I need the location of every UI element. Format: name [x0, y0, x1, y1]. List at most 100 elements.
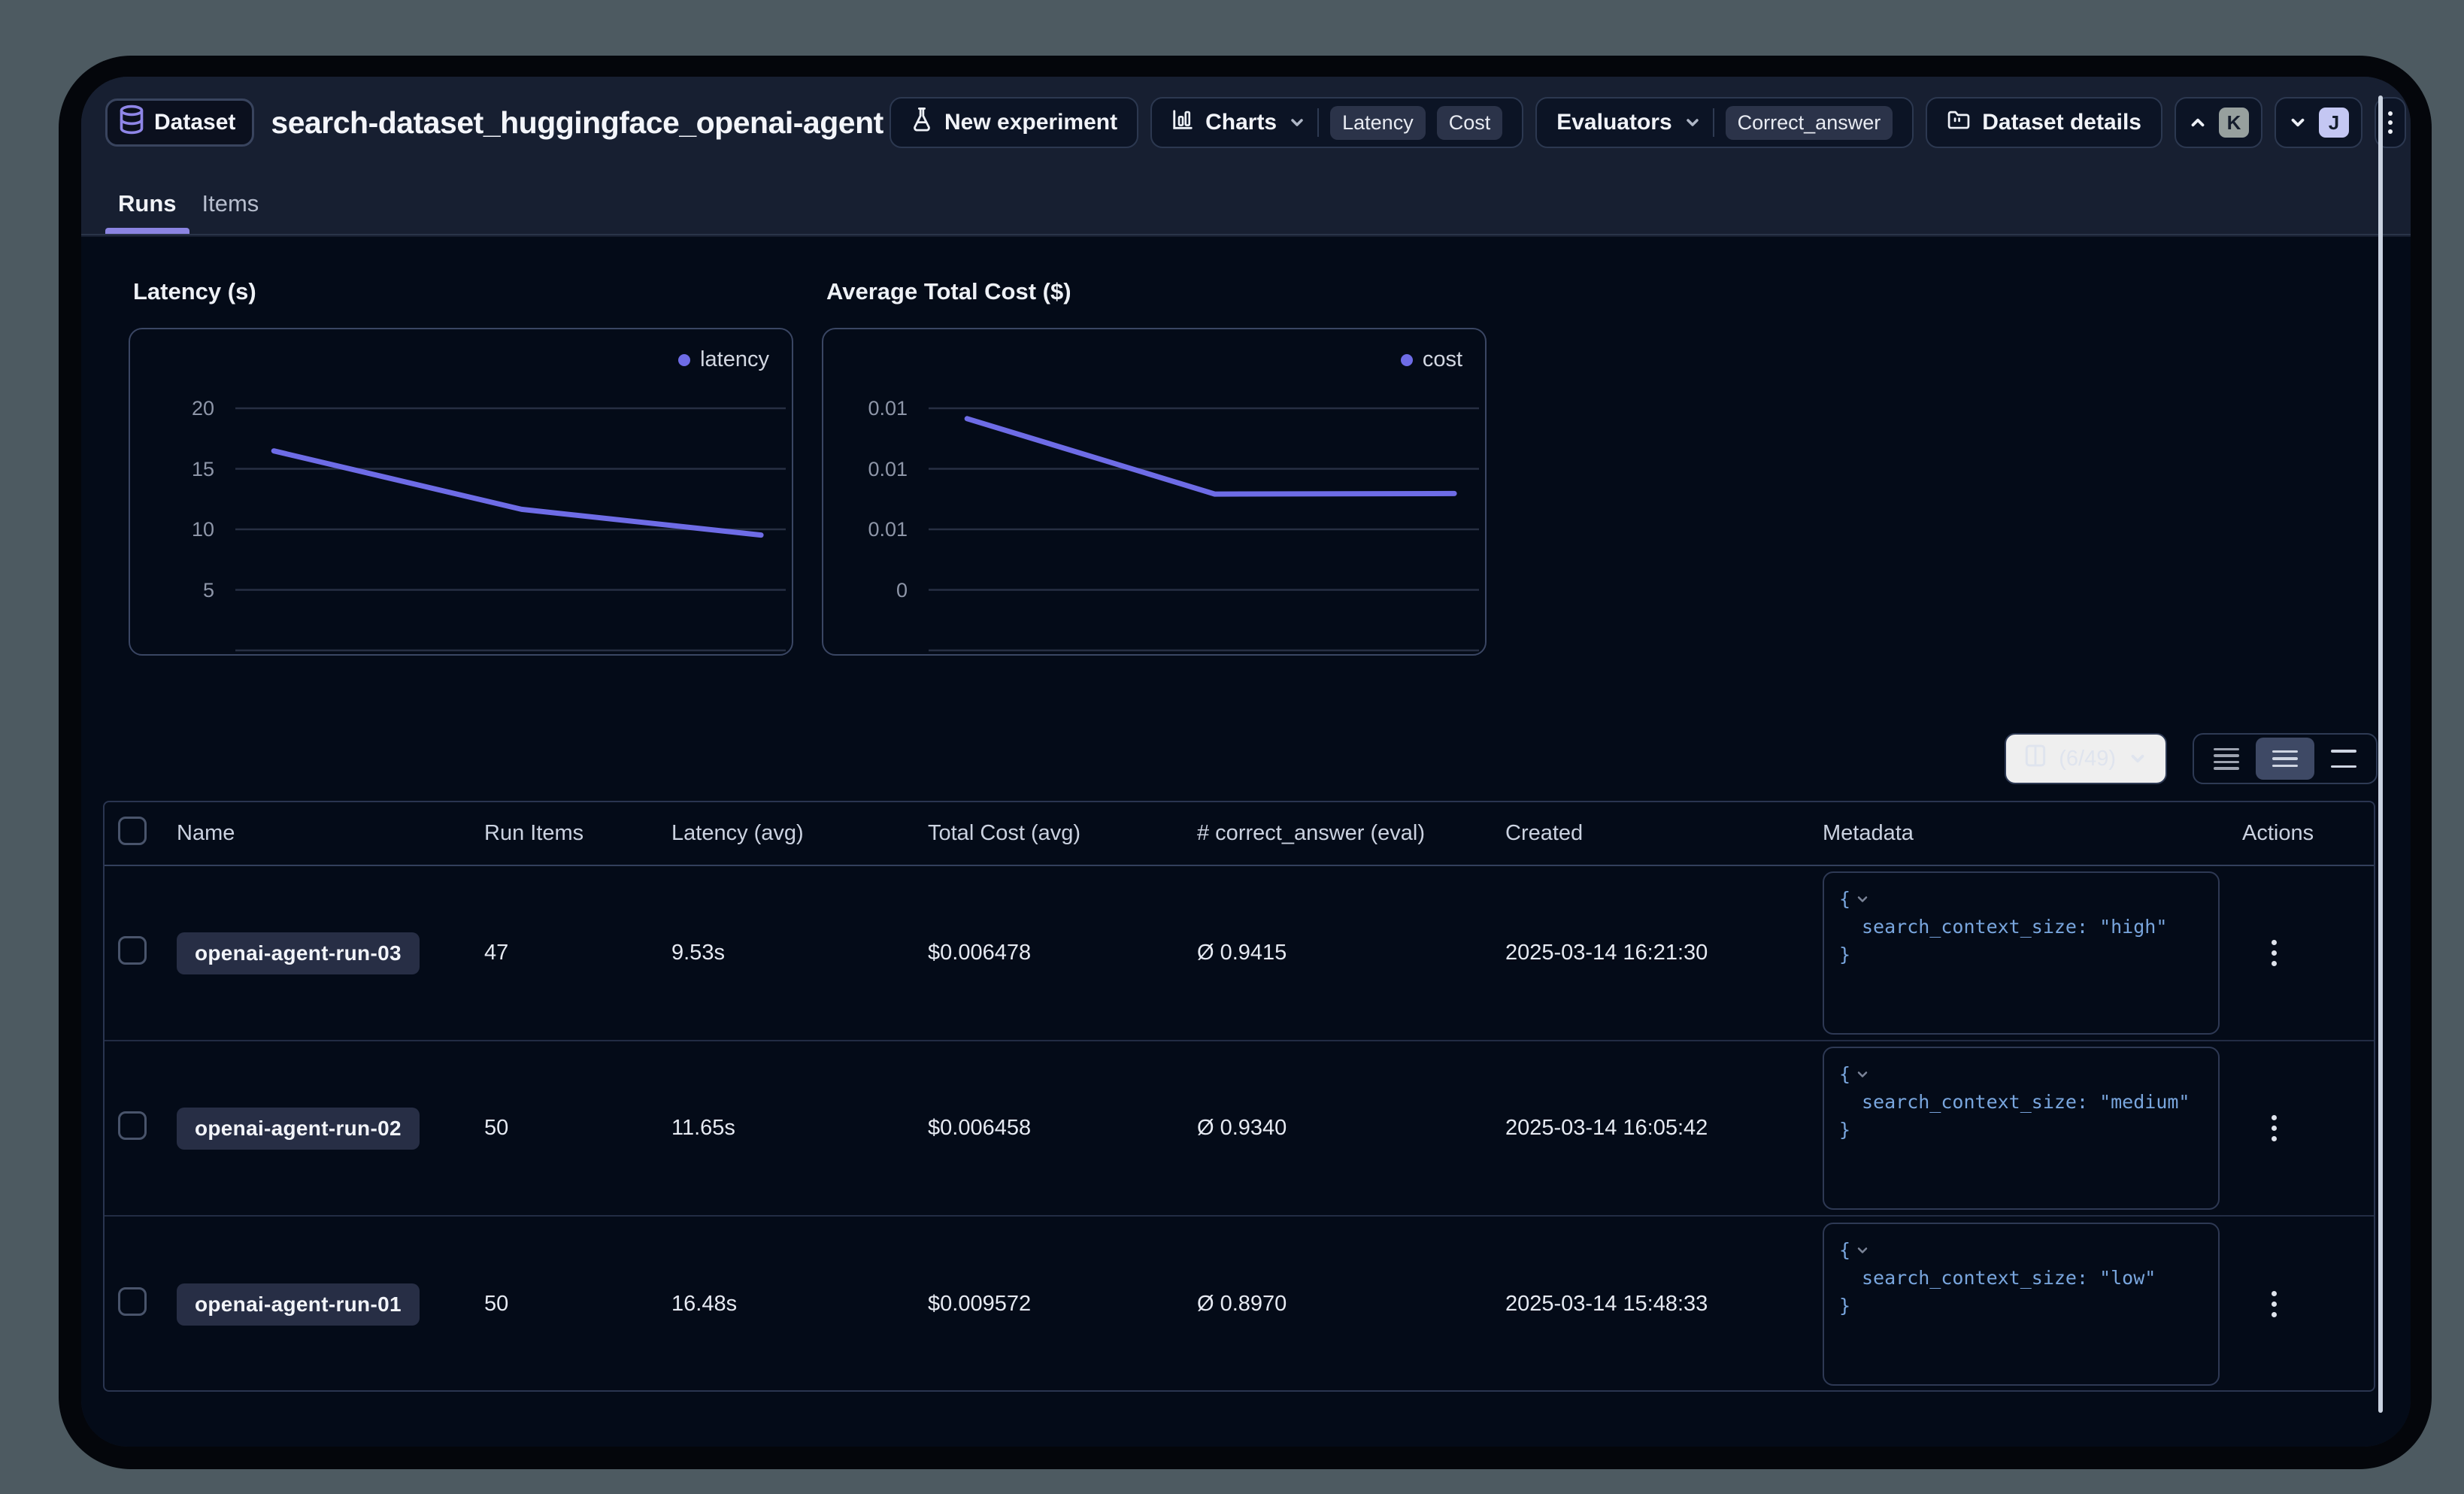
chevron-down-icon: [2128, 749, 2147, 768]
columns-icon: [2024, 744, 2047, 774]
runs-table: Name Run Items Latency (avg) Total Cost …: [103, 801, 2375, 1392]
latency-chart-title: Latency (s): [133, 278, 793, 305]
row-checkbox[interactable]: [118, 936, 147, 965]
col-header-run-items: Run Items: [484, 821, 671, 846]
run-items-cell: 47: [484, 941, 671, 965]
cost-chart-title: Average Total Cost ($): [826, 278, 1487, 305]
dataset-details-button[interactable]: Dataset details: [1926, 97, 2162, 148]
metadata-json-line: search_context_size: "low": [1839, 1264, 2203, 1292]
metadata-json-box: { search_context_size: "high" }: [1823, 871, 2220, 1035]
chart-legend: latency: [678, 347, 769, 372]
legend-label: cost: [1423, 347, 1462, 372]
app-window: Dataset search-dataset_huggingface_opena…: [59, 56, 2432, 1469]
metadata-json-box: { search_context_size: "low" }: [1823, 1223, 2220, 1386]
cost-line-plot: [823, 329, 1488, 657]
legend-dot-icon: [1401, 354, 1413, 366]
page-title: search-dataset_huggingface_openai-agent: [271, 105, 883, 141]
row-checkbox[interactable]: [118, 1287, 147, 1316]
metadata-json-box: { search_context_size: "medium" }: [1823, 1047, 2220, 1210]
divider: [1713, 108, 1714, 137]
y-tick: 0.01: [823, 396, 908, 420]
col-header-metadata: Metadata: [1823, 821, 2242, 846]
created-cell: 2025-03-14 16:05:42: [1505, 1116, 1823, 1141]
columns-count-label: (6/49): [2059, 747, 2116, 771]
col-header-name: Name: [171, 821, 484, 846]
metadata-json-line: search_context_size: "high": [1839, 913, 2203, 941]
y-tick: 10: [130, 517, 214, 541]
collapse-user-k-button[interactable]: K: [2175, 97, 2262, 148]
vertical-scrollbar[interactable]: [2378, 95, 2383, 1413]
col-header-correct-answer: # correct_answer (eval): [1197, 821, 1505, 846]
col-header-created: Created: [1505, 821, 1823, 846]
run-name-badge[interactable]: openai-agent-run-02: [177, 1108, 420, 1150]
select-all-checkbox[interactable]: [118, 817, 147, 845]
row-actions-kebab-button[interactable]: [2257, 940, 2290, 966]
tab-bar: Runs Items: [105, 190, 271, 234]
evaluators-dropdown[interactable]: Evaluators Correct_answer: [1535, 97, 1914, 148]
database-icon: [118, 105, 145, 141]
latency-cell: 9.53s: [671, 941, 928, 965]
run-items-cell: 50: [484, 1292, 671, 1317]
legend-label: latency: [700, 347, 769, 372]
row-actions-kebab-button[interactable]: [2257, 1291, 2290, 1317]
evaluators-label: Evaluators: [1556, 110, 1671, 135]
run-name-badge[interactable]: openai-agent-run-01: [177, 1283, 420, 1326]
correct-answer-cell: Ø 0.9340: [1197, 1116, 1505, 1141]
total-cost-cell: $0.009572: [928, 1292, 1197, 1317]
avatar-k: K: [2219, 108, 2249, 138]
table-row: openai-agent-run-01 50 16.48s $0.009572 …: [105, 1217, 2374, 1392]
chevron-down-icon: [1288, 114, 1306, 132]
correct-answer-cell: Ø 0.8970: [1197, 1292, 1505, 1317]
row-height-medium-option[interactable]: [2256, 738, 2314, 780]
dataset-type-badge: Dataset: [105, 98, 254, 147]
divider: [1317, 108, 1319, 137]
y-tick: 15: [130, 457, 214, 481]
avatar-j: J: [2319, 108, 2349, 138]
y-tick: 0.01: [823, 517, 908, 541]
row-checkbox[interactable]: [118, 1111, 147, 1140]
tab-runs[interactable]: Runs: [105, 190, 189, 234]
legend-dot-icon: [678, 354, 690, 366]
json-collapse-chevron-icon[interactable]: [1855, 1067, 1870, 1082]
app-header: Dataset search-dataset_huggingface_opena…: [81, 77, 2411, 235]
table-row: openai-agent-run-03 47 9.53s $0.006478 Ø…: [105, 866, 2374, 1041]
correct-answer-cell: Ø 0.9415: [1197, 941, 1505, 965]
charts-label: Charts: [1205, 110, 1277, 135]
tab-items[interactable]: Items: [189, 190, 272, 234]
dataset-badge-label: Dataset: [154, 110, 235, 135]
latency-cell: 16.48s: [671, 1292, 928, 1317]
total-cost-cell: $0.006458: [928, 1116, 1197, 1141]
new-experiment-button[interactable]: New experiment: [890, 97, 1138, 148]
chart-legend: cost: [1401, 347, 1462, 372]
column-visibility-button[interactable]: (6/49): [2005, 733, 2167, 784]
new-experiment-label: New experiment: [944, 110, 1117, 135]
row-actions-kebab-button[interactable]: [2257, 1115, 2290, 1141]
run-items-cell: 50: [484, 1116, 671, 1141]
y-tick: 0.01: [823, 457, 908, 481]
kebab-icon: [2388, 111, 2393, 134]
folder-icon: [1947, 108, 1971, 137]
table-row: openai-agent-run-02 50 11.65s $0.006458 …: [105, 1041, 2374, 1217]
json-collapse-chevron-icon[interactable]: [1855, 1243, 1870, 1258]
total-cost-cell: $0.006478: [928, 941, 1197, 965]
latency-cell: 11.65s: [671, 1116, 928, 1141]
cost-chart: 0.01 0.01 0.01 0 cost: [822, 328, 1487, 656]
flask-icon: [911, 107, 933, 138]
charts-badge-latency[interactable]: Latency: [1330, 106, 1426, 140]
metadata-json-line: search_context_size: "medium": [1839, 1088, 2203, 1116]
json-collapse-chevron-icon[interactable]: [1855, 892, 1870, 907]
run-name-badge[interactable]: openai-agent-run-03: [177, 932, 420, 974]
charts-badge-cost[interactable]: Cost: [1437, 106, 1503, 140]
charts-dropdown[interactable]: Charts Latency Cost: [1150, 97, 1523, 148]
table-toolbar: (6/49): [2005, 733, 2378, 784]
expand-user-j-button[interactable]: J: [2275, 97, 2362, 148]
chevron-down-icon: [1684, 114, 1702, 132]
row-height-compact-option[interactable]: [2197, 738, 2256, 780]
row-height-tall-option[interactable]: [2314, 738, 2373, 780]
evaluators-badge-correct-answer[interactable]: Correct_answer: [1726, 106, 1893, 140]
app-surface: Dataset search-dataset_huggingface_opena…: [81, 77, 2411, 1447]
latency-chart: 20 15 10 5 latency: [129, 328, 793, 656]
main-content: Latency (s) 20 15 10 5 latency Average T…: [81, 237, 2411, 1447]
created-cell: 2025-03-14 16:21:30: [1505, 941, 1823, 965]
col-header-total-cost: Total Cost (avg): [928, 821, 1197, 846]
